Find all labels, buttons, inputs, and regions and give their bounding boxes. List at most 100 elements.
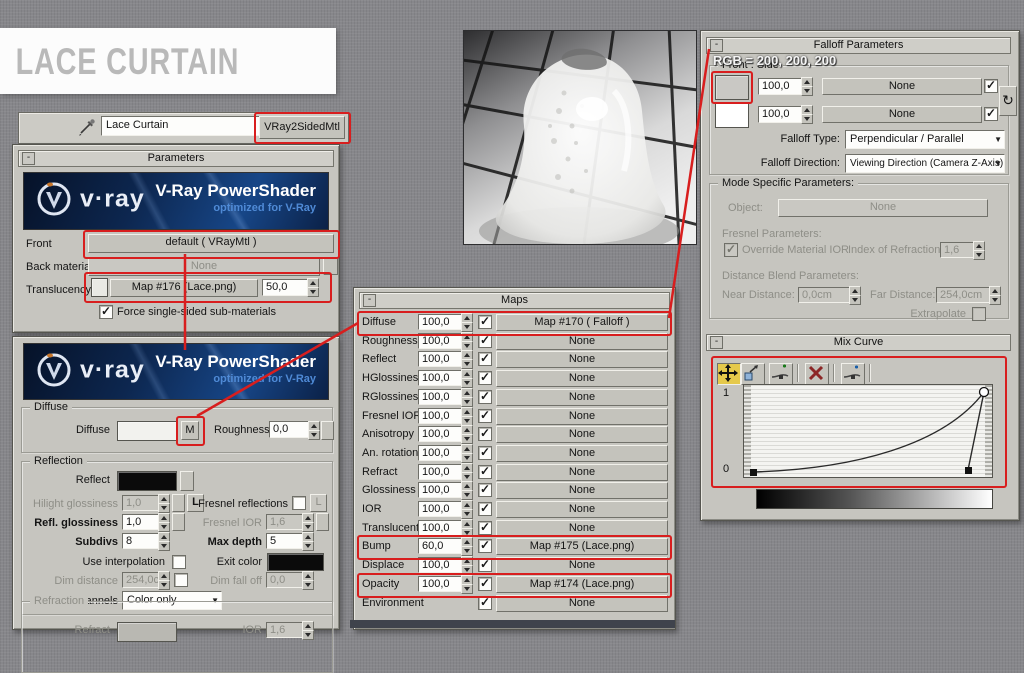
maps-amount-field[interactable]: 100,0 [418, 351, 466, 367]
maps-amount-spinner[interactable] [461, 519, 473, 537]
maps-amount-spinner[interactable] [461, 556, 473, 574]
falloff-front-swatch[interactable] [715, 75, 749, 100]
maps-enable-checkbox[interactable] [478, 446, 492, 460]
maps-enable-checkbox[interactable] [478, 521, 492, 535]
collapse-icon[interactable]: - [710, 336, 723, 349]
diffuse-color-swatch[interactable] [117, 421, 177, 441]
maps-amount-spinner[interactable] [461, 407, 473, 425]
maps-amount-field[interactable]: 100,0 [418, 501, 466, 517]
falloff-side-checkbox[interactable] [984, 107, 998, 121]
maps-amount-field[interactable]: 100,0 [418, 389, 466, 405]
maps-amount-spinner[interactable] [461, 537, 473, 555]
maps-map-button[interactable]: None [496, 389, 668, 406]
maps-amount-field[interactable]: 100,0 [418, 426, 466, 442]
maps-amount-spinner[interactable] [461, 313, 473, 331]
maps-map-button[interactable]: None [496, 520, 668, 537]
back-material-button[interactable]: None [88, 258, 320, 276]
maps-map-button[interactable]: None [496, 482, 668, 499]
max-depth-field[interactable]: 5 [266, 533, 307, 549]
add-point-icon[interactable] [769, 363, 793, 385]
maps-amount-field[interactable]: 60,0 [418, 538, 466, 554]
maps-map-button[interactable]: None [496, 426, 668, 443]
maps-map-button[interactable]: Map #170 ( Falloff ) [496, 314, 668, 331]
near-distance-field[interactable]: 0,0cm [798, 287, 854, 303]
maps-enable-checkbox[interactable] [478, 539, 492, 553]
refl-glossiness-mini-button[interactable] [172, 513, 185, 531]
maps-map-button[interactable]: None [496, 370, 668, 387]
maps-amount-field[interactable]: 100,0 [418, 408, 466, 424]
exit-color-swatch[interactable] [267, 553, 324, 571]
object-button[interactable]: None [778, 199, 988, 217]
fresnel-reflections-checkbox[interactable] [292, 496, 306, 510]
dim-distance-field[interactable]: 254,0c [122, 572, 163, 588]
translucency-spinner[interactable] [307, 278, 319, 296]
maps-amount-field[interactable]: 100,0 [418, 482, 466, 498]
falloff-front-checkbox[interactable] [984, 79, 998, 93]
material-type-button[interactable]: VRay2SidedMtl [259, 116, 345, 139]
use-interpolation-checkbox[interactable] [172, 555, 186, 569]
maps-map-button[interactable]: None [496, 408, 668, 425]
scale-point-icon[interactable] [741, 363, 765, 385]
refraction-ior-spinner[interactable] [302, 621, 314, 639]
reflect-color-swatch[interactable] [117, 471, 177, 491]
maps-map-button[interactable]: Map #174 (Lace.png) [496, 576, 668, 593]
maps-map-button[interactable]: Map #175 (Lace.png) [496, 538, 668, 555]
reflect-map-mini-button[interactable] [180, 471, 194, 491]
maps-enable-checkbox[interactable] [478, 409, 492, 423]
force-single-sided-checkbox[interactable] [99, 305, 113, 319]
maps-amount-spinner[interactable] [461, 332, 473, 350]
maps-map-button[interactable]: None [496, 501, 668, 518]
maps-enable-checkbox[interactable] [478, 502, 492, 516]
roughness-field[interactable]: 0,0 [269, 421, 313, 438]
falloff-front-amount[interactable]: 100,0 [758, 78, 806, 95]
maps-amount-field[interactable]: 100,0 [418, 370, 466, 386]
fresnel-ior-spinner[interactable] [302, 513, 314, 531]
swap-colors-button[interactable]: ↻ [999, 86, 1017, 116]
override-material-ior-checkbox[interactable] [724, 243, 738, 257]
maps-amount-field[interactable]: 100,0 [418, 333, 466, 349]
refraction-ior-field[interactable]: 1,6 [266, 622, 307, 638]
maps-map-button[interactable]: None [496, 445, 668, 462]
fresnel-lock-button[interactable]: L [310, 494, 327, 512]
delete-point-icon[interactable] [805, 363, 829, 385]
maps-amount-field[interactable]: 100,0 [418, 576, 466, 592]
material-name-dropdown[interactable]: Lace Curtain ▼ [101, 116, 269, 136]
falloff-rollout-header[interactable]: - Falloff Parameters [706, 37, 1011, 54]
maps-amount-spinner[interactable] [461, 444, 473, 462]
refract-color-swatch[interactable] [117, 622, 177, 642]
falloff-side-amount[interactable]: 100,0 [758, 106, 806, 123]
translucency-color-swatch[interactable] [91, 278, 108, 297]
maps-map-button[interactable]: None [496, 557, 668, 574]
move-point-icon[interactable] [717, 363, 741, 385]
falloff-side-spinner[interactable] [801, 105, 813, 123]
maps-enable-checkbox[interactable] [478, 577, 492, 591]
maps-enable-checkbox[interactable] [478, 427, 492, 441]
maps-amount-spinner[interactable] [461, 369, 473, 387]
extrapolate-checkbox[interactable] [972, 307, 986, 321]
maps-amount-field[interactable]: 100,0 [418, 557, 466, 573]
maps-amount-field[interactable]: 100,0 [418, 520, 466, 536]
diffuse-map-button[interactable]: M [181, 421, 199, 440]
maps-amount-field[interactable]: 100,0 [418, 464, 466, 480]
mix-curve-plot[interactable] [743, 384, 993, 478]
maps-enable-checkbox[interactable] [478, 352, 492, 366]
dim-distance-checkbox[interactable] [174, 573, 188, 587]
translucency-map-button[interactable]: Map #176 (Lace.png) [110, 279, 258, 297]
maps-amount-spinner[interactable] [461, 481, 473, 499]
dim-distance-spinner[interactable] [158, 571, 170, 589]
maps-amount-spinner[interactable] [461, 463, 473, 481]
refl-glossiness-spinner[interactable] [158, 513, 170, 531]
collapse-icon[interactable]: - [710, 39, 723, 52]
maps-enable-checkbox[interactable] [478, 465, 492, 479]
maps-enable-checkbox[interactable] [478, 334, 492, 348]
maps-enable-checkbox[interactable] [478, 390, 492, 404]
dim-falloff-spinner[interactable] [302, 571, 314, 589]
subdivs-field[interactable]: 8 [122, 533, 163, 549]
back-material-mini-button[interactable] [323, 258, 338, 275]
maps-map-button[interactable]: None [496, 333, 668, 350]
parameters-rollout-header[interactable]: - Parameters [18, 150, 334, 167]
maps-enable-checkbox[interactable] [478, 483, 492, 497]
maps-map-button[interactable]: None [496, 595, 668, 612]
falloff-side-swatch[interactable] [715, 103, 749, 128]
dim-falloff-field[interactable]: 0,0 [266, 572, 307, 588]
